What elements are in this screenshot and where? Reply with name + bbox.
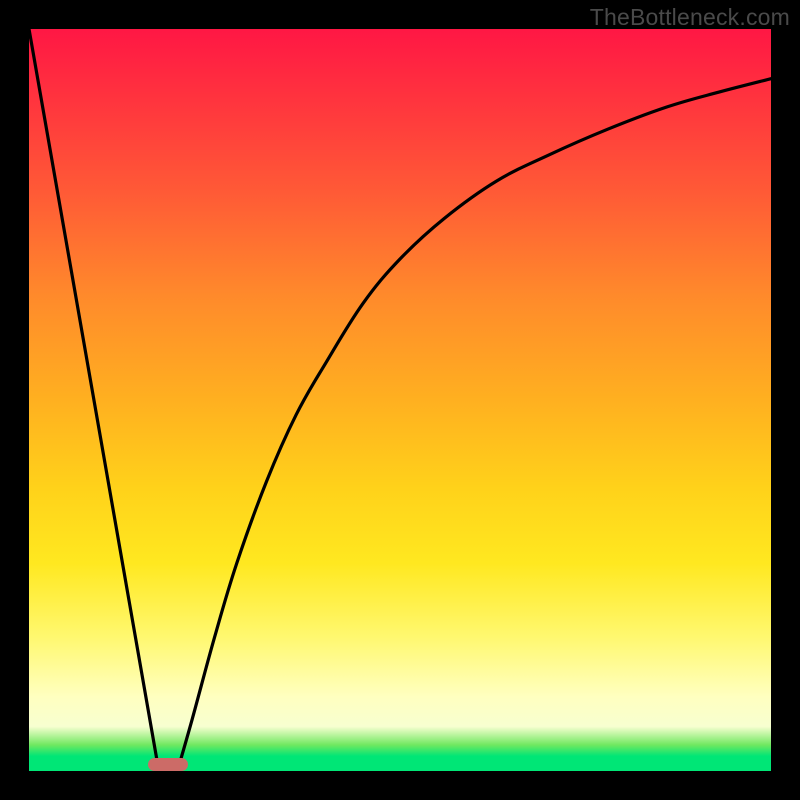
watermark-text: TheBottleneck.com [590,4,790,31]
curve-right-log [177,79,771,771]
chart-frame: TheBottleneck.com [0,0,800,800]
plot-area [29,29,771,771]
bottleneck-marker [148,758,188,771]
chart-curves [29,29,771,771]
curve-left-line [29,29,159,771]
